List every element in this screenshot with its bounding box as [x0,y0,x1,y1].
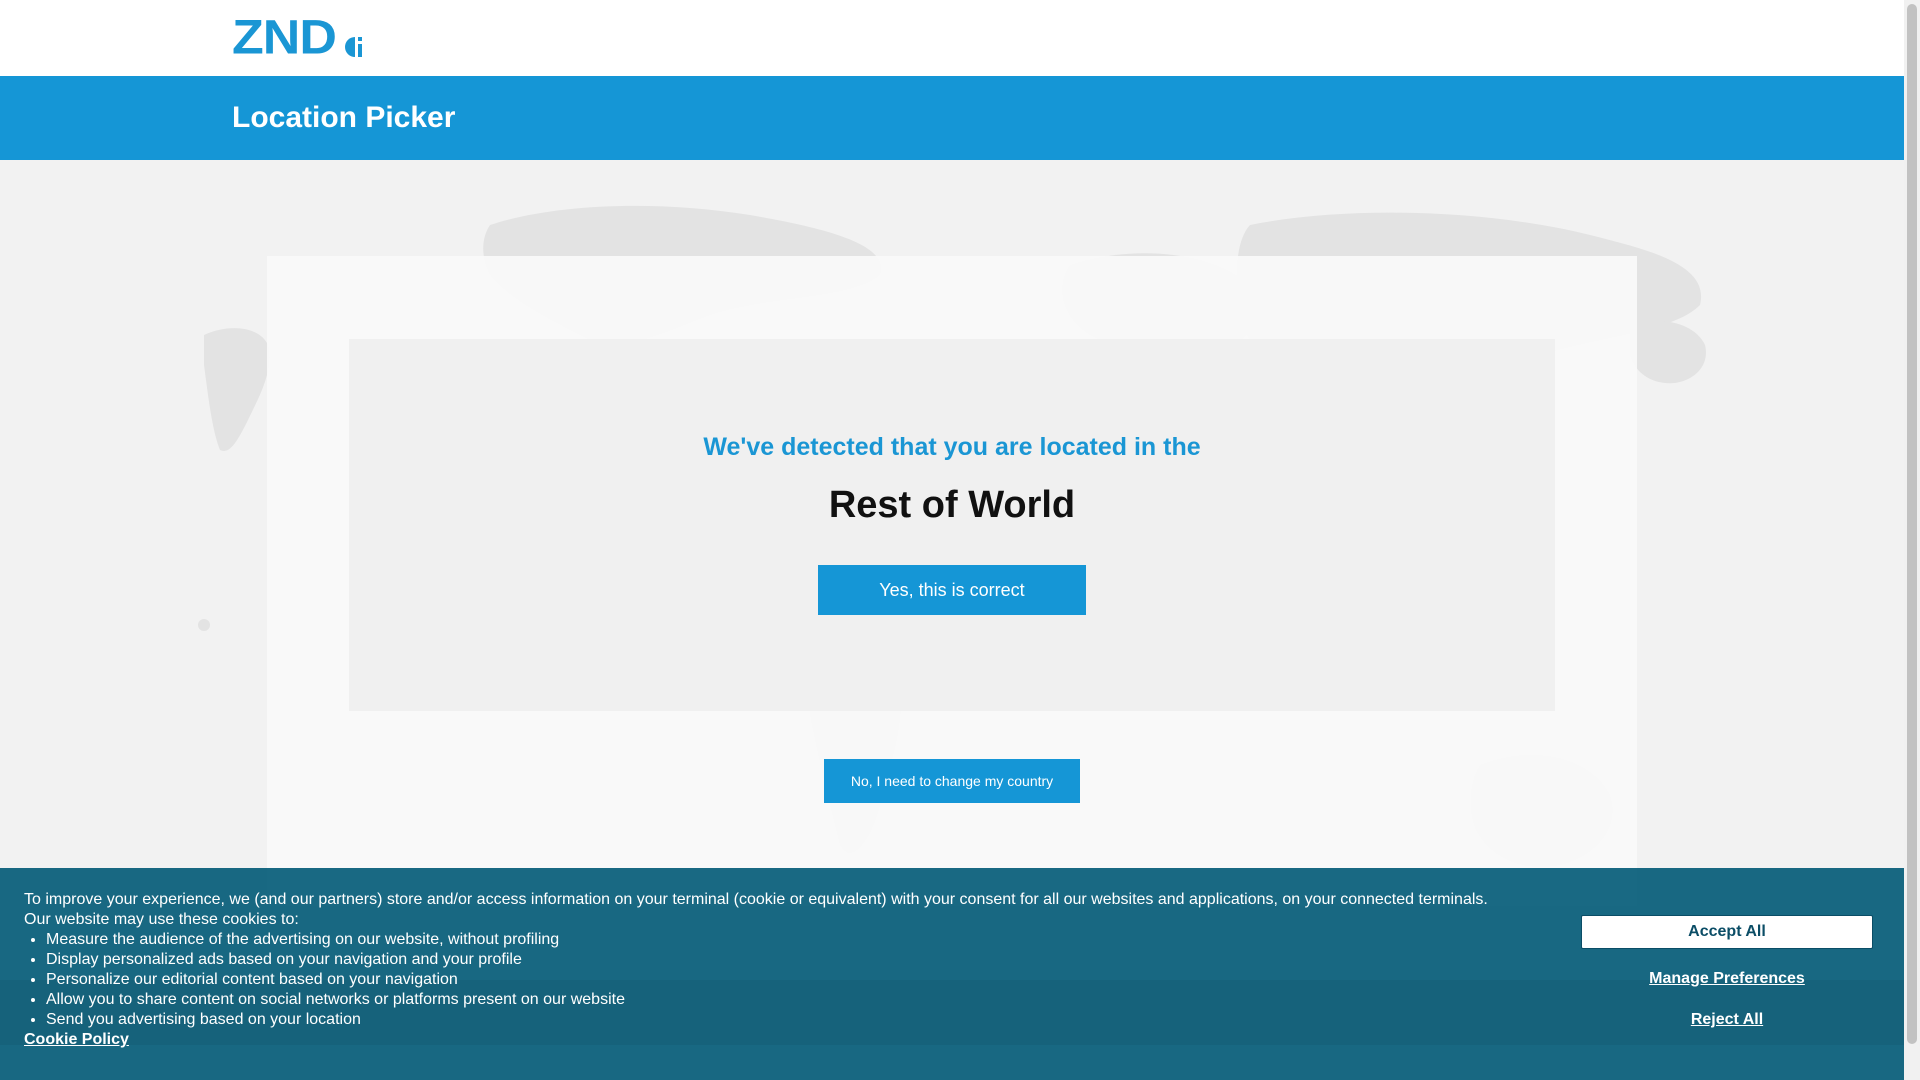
cookie-uses-list: Measure the audience of the advertising … [24,930,1544,1030]
logo-mark-icon [344,37,362,57]
cookie-use-item: Allow you to share content on social net… [46,990,1544,1010]
cookie-policy-link[interactable]: Cookie Policy [24,1031,129,1048]
accept-all-button[interactable]: Accept All [1581,915,1873,949]
cookie-banner-text: To improve your experience, we (and our … [24,890,1544,1050]
scrollbar-thumb[interactable] [1907,4,1917,1044]
cookie-use-item: Measure the audience of the advertising … [46,930,1544,950]
cookie-use-item: Display personalized ads based on your n… [46,950,1544,970]
cookie-use-item: Send you advertising based on your locat… [46,1010,1544,1030]
detected-country: Rest of World [828,484,1076,526]
manage-preferences-button[interactable]: Manage Preferences [1581,970,1873,988]
cookie-use-item: Personalize our editorial content based … [46,970,1544,990]
logo-text: ZND [232,11,337,65]
change-country-button[interactable]: No, I need to change my country [824,759,1080,803]
page-title: Location Picker [232,101,456,134]
znd-logo[interactable]: ZND [232,11,368,65]
page-scrollbar[interactable] [1904,0,1920,1080]
detected-location-label: We've detected that you are located in t… [703,433,1201,461]
cookie-banner: To improve your experience, we (and our … [0,868,1904,1080]
cookie-intro: To improve your experience, we (and our … [24,891,1488,908]
cookie-uses-intro: Our website may use these cookies to: [24,911,299,928]
reject-all-button[interactable]: Reject All [1581,1011,1873,1029]
confirm-location-button[interactable]: Yes, this is correct [818,565,1086,615]
